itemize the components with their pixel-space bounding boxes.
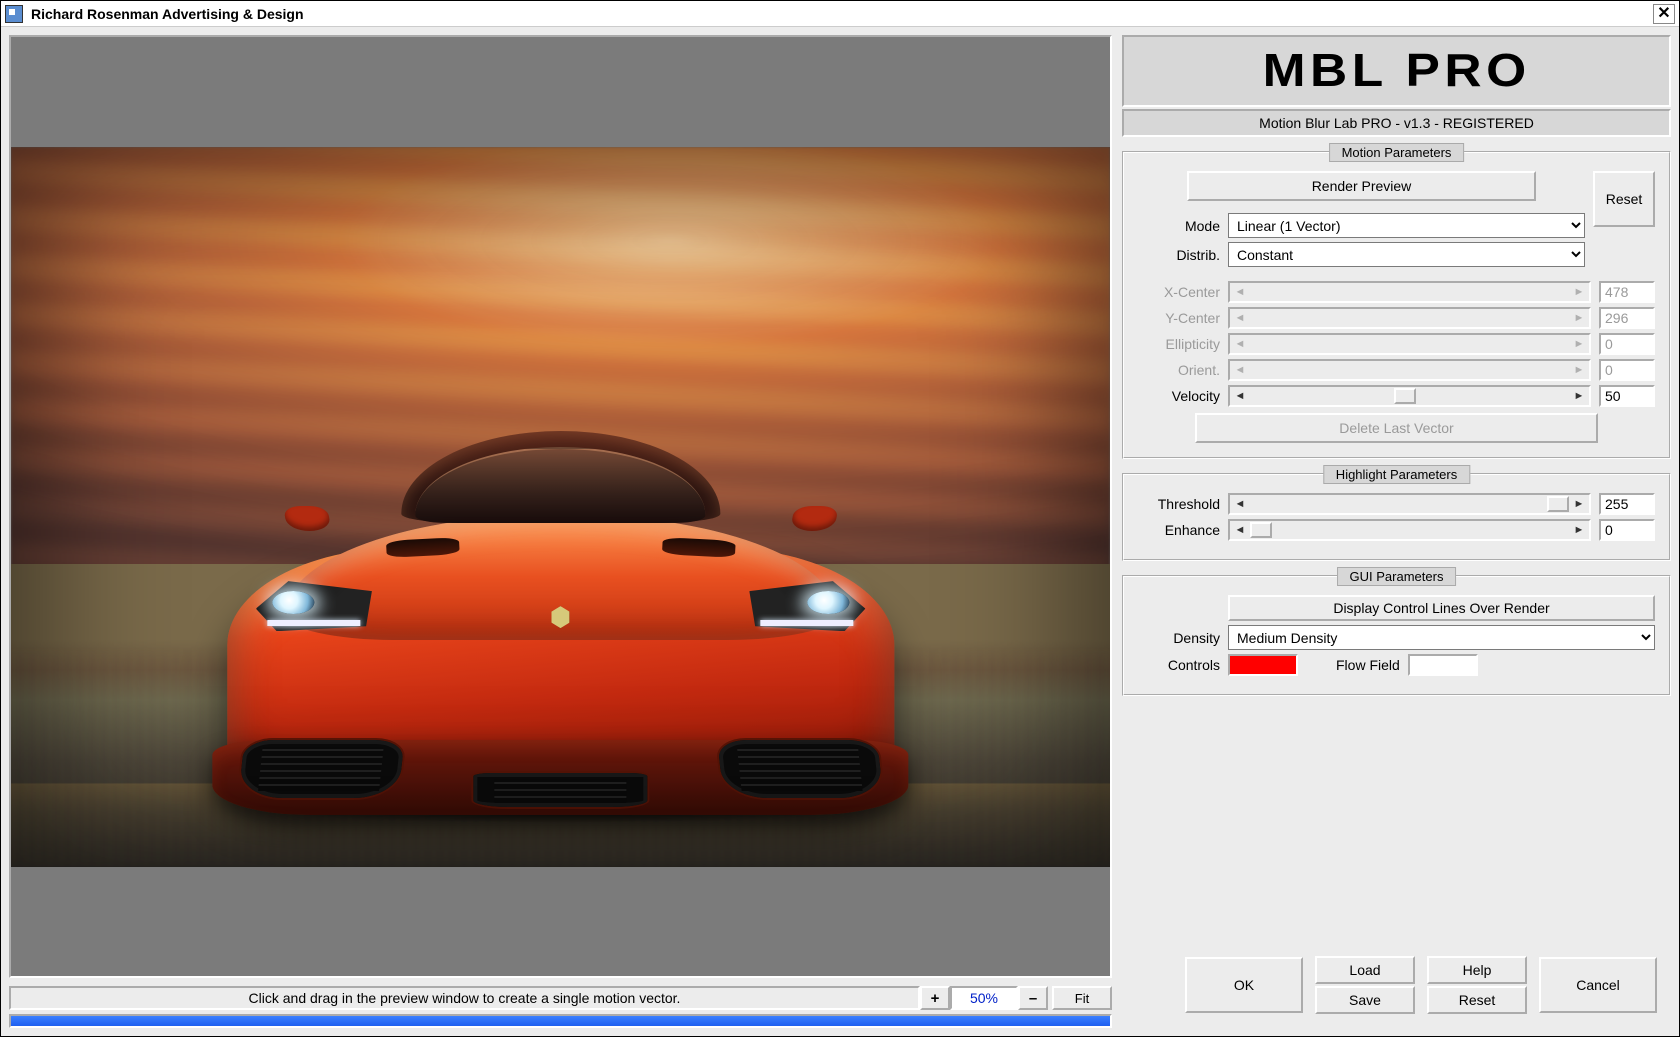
render-preview-button[interactable]: Render Preview <box>1187 171 1536 201</box>
ycenter-label: Y-Center <box>1138 310 1220 326</box>
enhance-label: Enhance <box>1138 522 1220 538</box>
slider-thumb[interactable] <box>1394 388 1416 404</box>
footer-buttons: OK Load Save Help Reset Cancel <box>1122 956 1671 1028</box>
preview-frame <box>9 35 1112 978</box>
threshold-label: Threshold <box>1138 496 1220 512</box>
orient-value: 0 <box>1599 359 1655 381</box>
chevron-right-icon[interactable]: ► <box>1569 495 1589 513</box>
right-column: MBL PRO Motion Blur Lab PRO - v1.3 - REG… <box>1122 35 1671 1028</box>
chevron-left-icon[interactable]: ◄ <box>1230 495 1250 513</box>
chevron-left-icon: ◄ <box>1230 335 1250 353</box>
mode-select[interactable]: Linear (1 Vector) <box>1228 213 1585 238</box>
chevron-left-icon: ◄ <box>1230 283 1250 301</box>
orient-label: Orient. <box>1138 362 1220 378</box>
brand-banner: MBL PRO <box>1122 35 1671 107</box>
reset-button[interactable]: Reset <box>1427 986 1527 1014</box>
cancel-button[interactable]: Cancel <box>1539 957 1657 1013</box>
enhance-slider[interactable]: ◄ ► <box>1228 519 1591 541</box>
xcenter-value: 478 <box>1599 281 1655 303</box>
threshold-slider[interactable]: ◄ ► <box>1228 493 1591 515</box>
xcenter-slider: ◄ ► <box>1228 281 1591 303</box>
gui-parameters-group: GUI Parameters Display Control Lines Ove… <box>1122 575 1671 696</box>
brand-subtitle: Motion Blur Lab PRO - v1.3 - REGISTERED <box>1122 109 1671 137</box>
ycenter-value: 296 <box>1599 307 1655 329</box>
slider-thumb[interactable] <box>1250 522 1272 538</box>
gui-legend: GUI Parameters <box>1337 567 1457 586</box>
density-select[interactable]: Medium Density <box>1228 625 1655 650</box>
chevron-left-icon[interactable]: ◄ <box>1230 387 1250 405</box>
chevron-right-icon: ► <box>1569 335 1589 353</box>
delete-vector-button[interactable]: Delete Last Vector <box>1195 413 1598 443</box>
chevron-right-icon[interactable]: ► <box>1569 521 1589 539</box>
window-title: Richard Rosenman Advertising & Design <box>31 6 1653 22</box>
zoom-out-button[interactable]: – <box>1018 986 1048 1010</box>
titlebar: Richard Rosenman Advertising & Design ✕ <box>1 1 1679 27</box>
zoom-in-button[interactable]: + <box>920 986 950 1010</box>
motion-legend: Motion Parameters <box>1329 143 1465 162</box>
controls-label: Controls <box>1138 657 1220 673</box>
app-window: Richard Rosenman Advertising & Design ✕ <box>0 0 1680 1037</box>
threshold-value[interactable]: 255 <box>1599 493 1655 515</box>
velocity-label: Velocity <box>1138 388 1220 404</box>
load-button[interactable]: Load <box>1315 956 1415 984</box>
chevron-right-icon: ► <box>1569 283 1589 301</box>
density-label: Density <box>1138 630 1220 646</box>
left-column: Click and drag in the preview window to … <box>9 35 1112 1028</box>
help-button[interactable]: Help <box>1427 956 1527 984</box>
flowfield-label: Flow Field <box>1336 657 1400 673</box>
velocity-slider[interactable]: ◄ ► <box>1228 385 1591 407</box>
highlight-legend: Highlight Parameters <box>1323 465 1470 484</box>
xcenter-label: X-Center <box>1138 284 1220 300</box>
preview-bottom-bar: Click and drag in the preview window to … <box>9 986 1112 1010</box>
preview-canvas[interactable] <box>11 147 1110 867</box>
display-control-lines-button[interactable]: Display Control Lines Over Render <box>1228 595 1655 621</box>
chevron-right-icon: ► <box>1569 309 1589 327</box>
chevron-left-icon[interactable]: ◄ <box>1230 521 1250 539</box>
close-icon[interactable]: ✕ <box>1653 4 1675 24</box>
ellipticity-label: Ellipticity <box>1138 336 1220 352</box>
ok-button[interactable]: OK <box>1185 957 1303 1013</box>
content-area: Click and drag in the preview window to … <box>1 27 1679 1036</box>
ellipticity-slider: ◄ ► <box>1228 333 1591 355</box>
distrib-label: Distrib. <box>1138 247 1220 263</box>
controls-color-swatch[interactable] <box>1228 654 1298 676</box>
hint-text: Click and drag in the preview window to … <box>9 986 920 1010</box>
fit-button[interactable]: Fit <box>1052 986 1112 1010</box>
chevron-left-icon: ◄ <box>1230 309 1250 327</box>
save-button[interactable]: Save <box>1315 986 1415 1014</box>
progress-bar <box>9 1014 1112 1028</box>
app-icon <box>5 5 23 23</box>
zoom-value[interactable]: 50% <box>950 986 1018 1010</box>
brand-name: MBL PRO <box>1263 43 1531 97</box>
motion-parameters-group: Motion Parameters Render Preview Mode Li… <box>1122 151 1671 459</box>
ellipticity-value: 0 <box>1599 333 1655 355</box>
flowfield-color-swatch[interactable] <box>1408 654 1478 676</box>
chevron-right-icon[interactable]: ► <box>1569 387 1589 405</box>
orient-slider: ◄ ► <box>1228 359 1591 381</box>
highlight-parameters-group: Highlight Parameters Threshold ◄ ► 255 E… <box>1122 473 1671 561</box>
ycenter-slider: ◄ ► <box>1228 307 1591 329</box>
motion-reset-button[interactable]: Reset <box>1593 171 1655 227</box>
slider-thumb[interactable] <box>1547 496 1569 512</box>
velocity-value[interactable]: 50 <box>1599 385 1655 407</box>
distrib-select[interactable]: Constant <box>1228 242 1585 267</box>
chevron-right-icon: ► <box>1569 361 1589 379</box>
enhance-value[interactable]: 0 <box>1599 519 1655 541</box>
mode-label: Mode <box>1138 218 1220 234</box>
chevron-left-icon: ◄ <box>1230 361 1250 379</box>
